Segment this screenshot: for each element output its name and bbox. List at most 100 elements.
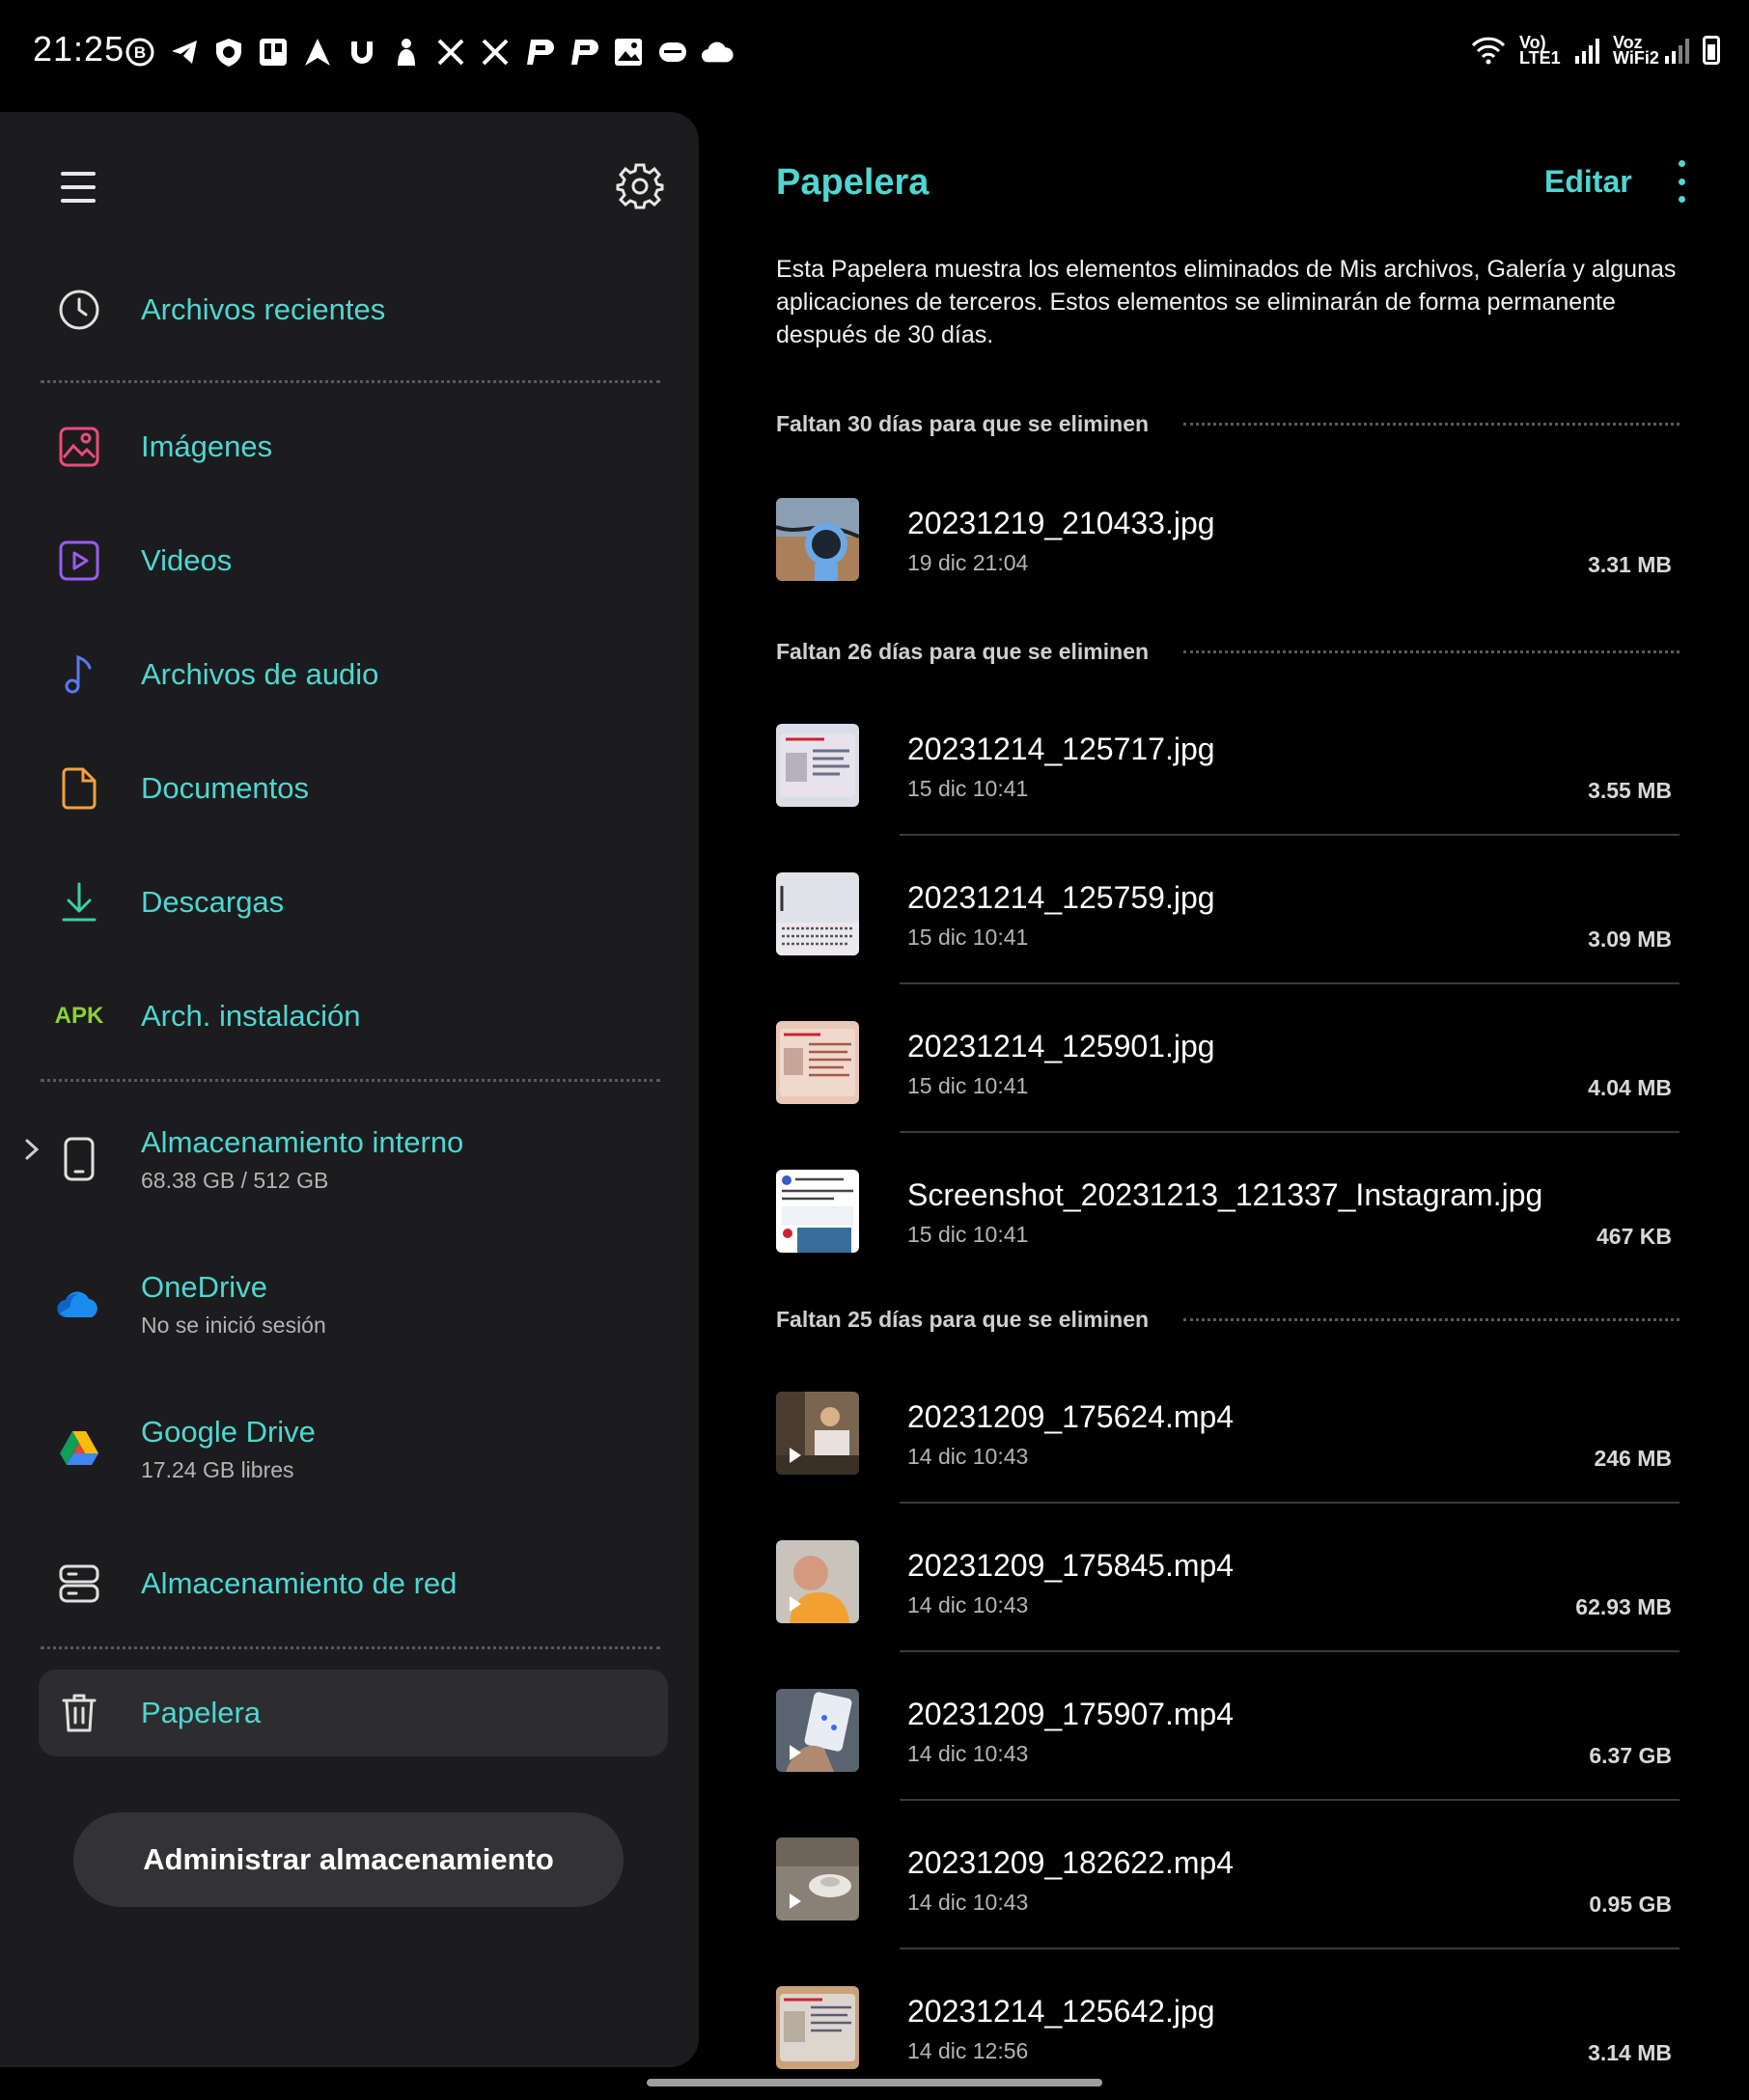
drawer-header xyxy=(58,162,664,224)
settings-button[interactable] xyxy=(616,162,664,210)
video-thumbnail xyxy=(776,1689,859,1772)
row-separator xyxy=(900,982,1680,984)
divider xyxy=(41,380,660,383)
file-size: 3.31 MB xyxy=(1588,552,1672,577)
menu-button[interactable] xyxy=(58,166,100,208)
file-name: 20231214_125717.jpg xyxy=(907,732,1215,766)
row-separator xyxy=(900,834,1680,836)
p-icon xyxy=(568,36,600,69)
arrow-icon xyxy=(301,36,334,69)
signal-1-icon xyxy=(1575,37,1599,64)
file-size: 3.09 MB xyxy=(1588,926,1672,952)
play-icon xyxy=(790,1448,801,1463)
file-thumbnail xyxy=(776,724,859,807)
file-row[interactable]: 20231209_175907.mp4 14 dic 10:43 6.37 GB xyxy=(776,1677,1680,1783)
video-thumbnail xyxy=(776,1838,859,1920)
hand-icon xyxy=(390,36,423,69)
document-icon xyxy=(62,767,97,810)
row-separator xyxy=(900,1131,1680,1133)
nav-label: OneDrive xyxy=(141,1269,267,1304)
navigation-drawer: Archivos recientes Imágenes Videos Archi… xyxy=(0,112,699,2067)
file-row[interactable]: Screenshot_20231213_121337_Instagram.jpg… xyxy=(776,1158,1680,1264)
home-indicator[interactable] xyxy=(647,2079,1102,2086)
storage-usage: 68.38 GB / 512 GB xyxy=(141,1167,329,1193)
image-icon xyxy=(612,36,645,69)
file-date: 15 dic 10:41 xyxy=(907,776,1029,801)
file-name: Screenshot_20231213_121337_Instagram.jpg xyxy=(907,1177,1543,1212)
nav-label: Arch. instalación xyxy=(141,999,361,1033)
file-name: 20231209_175624.mp4 xyxy=(907,1399,1235,1434)
chevron-right-icon[interactable] xyxy=(21,1135,44,1164)
server-icon xyxy=(59,1564,99,1603)
file-name: 20231214_125759.jpg xyxy=(907,880,1215,915)
file-row[interactable]: 20231209_182622.mp4 14 dic 10:43 0.95 GB xyxy=(776,1826,1680,1932)
nav-label: Imágenes xyxy=(141,429,273,463)
menu-icon xyxy=(61,172,96,176)
nav-audio[interactable]: Archivos de audio xyxy=(39,631,668,718)
file-row[interactable]: 20231214_125717.jpg 15 dic 10:41 3.55 MB xyxy=(776,712,1680,818)
nav-network-storage[interactable]: Almacenamiento de red xyxy=(39,1540,668,1627)
file-size: 3.14 MB xyxy=(1588,2040,1672,2065)
file-name: 20231214_125901.jpg xyxy=(907,1029,1215,1064)
telegram-icon xyxy=(168,36,201,69)
gear-icon xyxy=(616,163,664,209)
file-thumbnail xyxy=(776,1170,859,1253)
image-icon xyxy=(59,427,99,467)
nav-videos[interactable]: Videos xyxy=(39,517,668,604)
video-thumbnail xyxy=(776,1540,859,1623)
file-size: 3.55 MB xyxy=(1588,778,1672,803)
nav-label: Archivos recientes xyxy=(141,292,386,326)
x-icon xyxy=(479,36,512,69)
file-date: 15 dic 10:41 xyxy=(907,1222,1029,1247)
manage-storage-button[interactable]: Administrar almacenamiento xyxy=(73,1812,624,1907)
play-icon xyxy=(790,1893,801,1909)
trello-icon xyxy=(257,36,290,69)
nav-recent-files[interactable]: Archivos recientes xyxy=(39,266,668,353)
video-thumbnail xyxy=(776,1392,859,1475)
nav-google-drive[interactable]: Google Drive 17.24 GB libres xyxy=(39,1395,668,1502)
divider xyxy=(41,1646,660,1649)
file-row[interactable]: 20231214_125642.jpg 14 dic 12:56 3.14 MB xyxy=(776,1975,1680,2081)
file-date: 14 dic 10:43 xyxy=(907,1890,1029,1915)
nav-label: Descargas xyxy=(141,885,285,919)
nav-label: Almacenamiento interno xyxy=(141,1124,464,1159)
drive-free-space: 17.24 GB libres xyxy=(141,1456,294,1482)
b-icon: B xyxy=(124,36,156,69)
edit-button[interactable]: Editar xyxy=(1544,164,1632,200)
file-date: 19 dic 21:04 xyxy=(907,550,1029,575)
nav-label: Google Drive xyxy=(141,1414,316,1449)
signal-2-icon xyxy=(1665,37,1689,64)
file-row[interactable]: 20231214_125901.jpg 15 dic 10:41 4.04 MB xyxy=(776,1009,1680,1116)
nav-images[interactable]: Imágenes xyxy=(39,403,668,490)
trash-icon xyxy=(62,1694,97,1732)
wear-icon xyxy=(656,36,689,69)
file-date: 14 dic 10:43 xyxy=(907,1444,1029,1469)
row-separator xyxy=(900,1502,1680,1504)
trash-description: Esta Papelera muestra los elementos elim… xyxy=(776,256,1677,348)
section-header: Faltan 26 días para que se eliminen xyxy=(776,635,1680,668)
file-name: 20231209_175907.mp4 xyxy=(907,1697,1235,1731)
nav-documents[interactable]: Documentos xyxy=(39,745,668,832)
more-options-button[interactable] xyxy=(1672,160,1691,203)
file-row[interactable]: 20231209_175845.mp4 14 dic 10:43 62.93 M… xyxy=(776,1529,1680,1635)
notification-icons: B xyxy=(124,31,734,73)
download-icon xyxy=(62,882,97,922)
file-date: 14 dic 10:43 xyxy=(907,1741,1029,1766)
file-row[interactable]: 20231214_125759.jpg 15 dic 10:41 3.09 MB xyxy=(776,861,1680,967)
section-header: Faltan 25 días para que se eliminen xyxy=(776,1303,1680,1336)
file-row[interactable]: 20231209_175624.mp4 14 dic 10:43 246 MB xyxy=(776,1380,1680,1486)
apk-icon: APK xyxy=(54,1003,104,1029)
file-thumbnail xyxy=(776,1986,859,2069)
nav-downloads[interactable]: Descargas xyxy=(39,859,668,946)
nav-internal-storage[interactable]: Almacenamiento interno 68.38 GB / 512 GB xyxy=(25,1106,668,1212)
file-row[interactable]: 20231219_210433.jpg 19 dic 21:04 3.31 MB xyxy=(776,486,1680,593)
play-icon xyxy=(790,1745,801,1760)
system-icons: Vo) LTE1 Voz WiFi2 xyxy=(1471,34,1720,67)
file-size: 246 MB xyxy=(1594,1446,1672,1471)
nav-apk[interactable]: APK Arch. instalación xyxy=(39,973,668,1060)
clock-icon xyxy=(59,290,99,330)
battery-icon xyxy=(1703,36,1720,65)
file-date: 15 dic 10:41 xyxy=(907,925,1029,950)
nav-onedrive[interactable]: OneDrive No se inició sesión xyxy=(39,1251,668,1357)
nav-trash[interactable]: Papelera xyxy=(39,1670,668,1756)
